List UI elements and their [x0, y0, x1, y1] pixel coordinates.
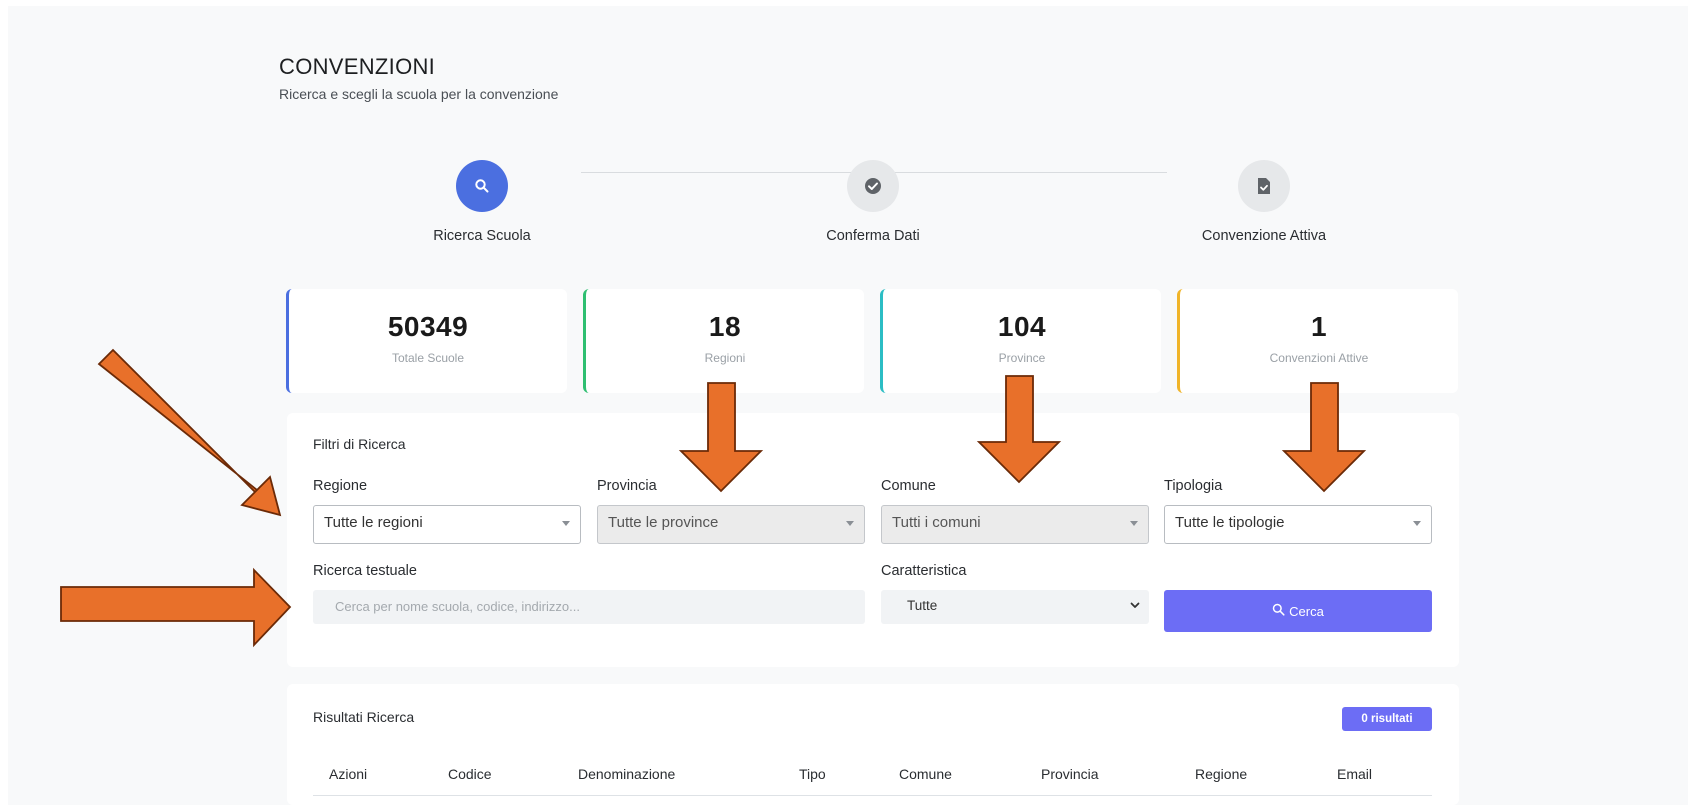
diagonal-arrow-icon — [97, 348, 282, 517]
right-arrow-icon — [60, 567, 292, 648]
down-arrow-icon — [1281, 382, 1367, 493]
down-arrow-icon — [976, 375, 1062, 484]
annotation-arrows — [60, 348, 1367, 648]
down-arrow-icon — [678, 382, 764, 493]
